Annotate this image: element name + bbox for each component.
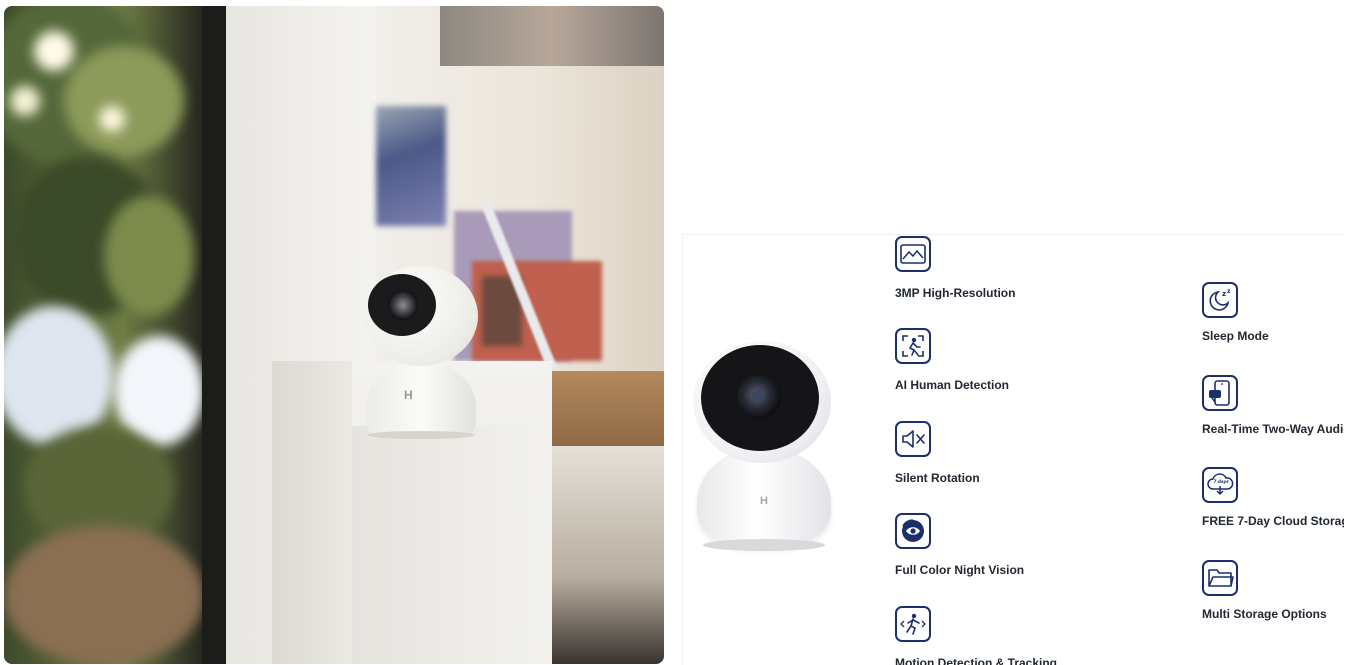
feature-night-vision: Full Color Night Vision — [895, 513, 1024, 577]
camera-logo: H — [760, 495, 768, 507]
motion-tracking-icon — [895, 606, 931, 642]
eye-night-icon — [895, 513, 931, 549]
moon-sleep-icon: zz — [1202, 282, 1238, 318]
svg-text:z: z — [1222, 290, 1226, 298]
speaker-mute-icon — [895, 421, 931, 457]
feature-multi-storage: Multi Storage Options — [1202, 560, 1327, 621]
photo-camera-logo: H — [404, 388, 413, 402]
feature-cloud-storage: 7 days FREE 7-Day Cloud Storage — [1202, 467, 1344, 528]
folder-icon — [1202, 560, 1238, 596]
feature-label: Silent Rotation — [895, 471, 980, 485]
feature-silent-rotation: Silent Rotation — [895, 421, 980, 485]
feature-motion-tracking: Motion Detection & Tracking — [895, 606, 1057, 665]
image-resolution-icon — [895, 236, 931, 272]
feature-label: 3MP High-Resolution — [895, 286, 1016, 300]
feature-label: Sleep Mode — [1202, 329, 1269, 343]
svg-text:z: z — [1227, 288, 1231, 295]
cloud-storage-icon: 7 days — [1202, 467, 1238, 503]
feature-label: Multi Storage Options — [1202, 607, 1327, 621]
phone-audio-icon — [1202, 375, 1238, 411]
lifestyle-photo: H — [4, 6, 664, 664]
cloud-badge-text: 7 days — [1214, 479, 1230, 484]
camera-product-image: H — [689, 335, 839, 555]
feature-label: Full Color Night Vision — [895, 563, 1025, 577]
feature-ai-human: AI Human Detection — [895, 328, 1009, 392]
feature-label: AI Human Detection — [895, 378, 1010, 392]
feature-two-way-audio: Real-Time Two-Way Audio — [1202, 375, 1344, 436]
feature-label: FREE 7-Day Cloud Storage — [1202, 514, 1344, 528]
human-detection-icon — [895, 328, 931, 364]
feature-sleep-mode: zz Sleep Mode — [1202, 282, 1269, 343]
feature-panel: H 3MP High-Resolution AI Human Detection… — [682, 234, 1344, 665]
feature-label: Real-Time Two-Way Audio — [1202, 422, 1344, 436]
feature-3mp: 3MP High-Resolution — [895, 236, 1015, 300]
